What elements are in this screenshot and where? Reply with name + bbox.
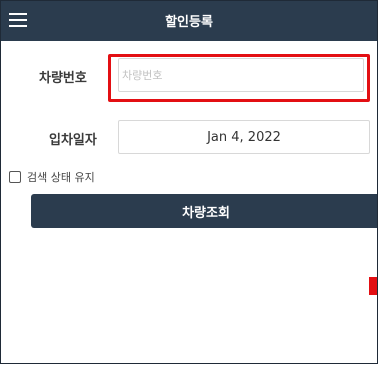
entry-date-field[interactable]: Jan 4, 2022 xyxy=(118,120,370,154)
vehicle-search-button[interactable]: 차량조회 xyxy=(31,194,377,228)
page-title: 할인등록 xyxy=(165,15,213,30)
plate-number-highlight xyxy=(108,54,370,102)
top-bar: 할인등록 xyxy=(1,1,377,41)
red-marker xyxy=(369,277,377,295)
app-screen: 할인등록 차량번호 입차일자 Jan 4, 2022 검색 상태 유지 차량조회 xyxy=(0,0,378,364)
entry-date-label: 입차일자 xyxy=(49,133,97,148)
plate-number-label: 차량번호 xyxy=(39,71,87,86)
keep-search-state-row[interactable]: 검색 상태 유지 xyxy=(9,169,95,185)
keep-search-state-label: 검색 상태 유지 xyxy=(27,171,95,184)
keep-search-state-checkbox[interactable] xyxy=(9,171,21,183)
